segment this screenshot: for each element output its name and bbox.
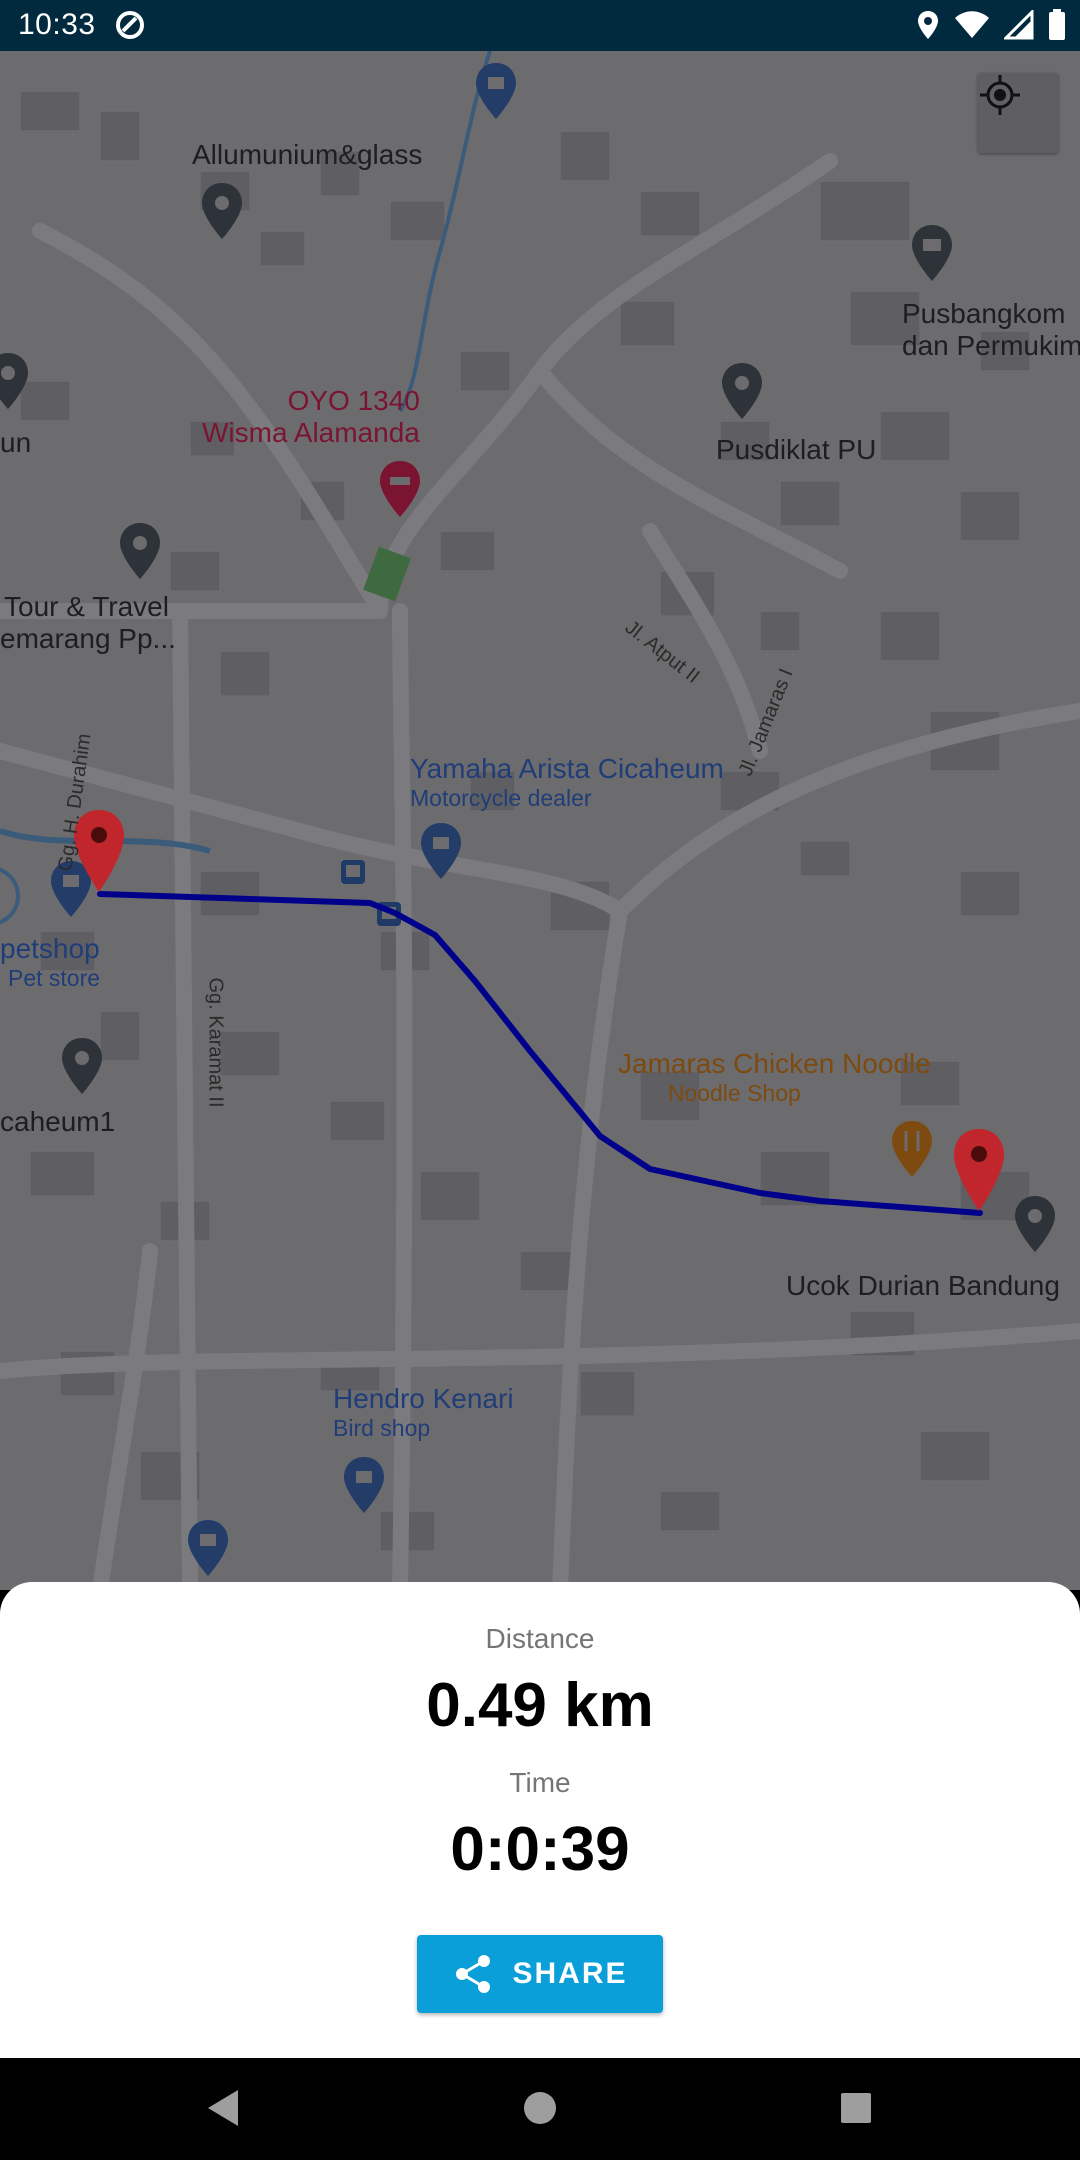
map-label-pusbangkom[interactable]: Pusbangkom dan Permukim <box>902 298 1080 362</box>
recents-icon[interactable] <box>836 2086 876 2130</box>
map-label-karamat: Gg. Karamat II <box>204 977 227 1108</box>
map-label-caheum[interactable]: caheum1 <box>0 1106 115 1138</box>
battery-icon <box>1048 9 1066 46</box>
trip-summary-sheet: Distance 0.49 km Time 0:0:39 SHARE <box>0 1582 1080 2058</box>
time-value: 0:0:39 <box>450 1815 630 1884</box>
status-icons <box>916 8 1066 46</box>
map-label-yamaha-name: Yamaha Arista Cicaheum <box>410 753 724 784</box>
map-label-jamaras-chicken-name: Jamaras Chicken Noodle <box>618 1048 931 1079</box>
map-label-tour-line1: Tour & Travel <box>4 591 169 622</box>
map-label-allumunium[interactable]: Allumunium&glass <box>192 139 422 171</box>
status-bar: 10:33 <box>0 0 1080 51</box>
map-label-yamaha[interactable]: Yamaha Arista Cicaheum Motorcycle dealer <box>410 753 724 812</box>
back-icon[interactable] <box>204 2086 244 2130</box>
share-label: SHARE <box>512 1957 628 1990</box>
home-icon[interactable] <box>520 2086 560 2130</box>
wifi-icon <box>954 10 990 45</box>
map-label-ucok[interactable]: Ucok Durian Bandung <box>786 1270 1060 1302</box>
share-icon <box>456 1955 491 1993</box>
map-label-oyo-line2: Wisma Alamanda <box>202 417 420 449</box>
navigation-bar <box>0 2058 1080 2160</box>
map-label-pusdiklat[interactable]: Pusdiklat PU <box>716 434 876 466</box>
map-label-pusbangkom-line1: Pusbangkom <box>902 298 1066 329</box>
share-button[interactable]: SHARE <box>417 1935 663 2013</box>
map-label-tour[interactable]: Tour & Travel emarang Pp... <box>0 591 176 655</box>
map-label-oyo[interactable]: OYO 1340 Wisma Alamanda <box>202 385 420 449</box>
map-label-petshop[interactable]: petshop Pet store <box>0 933 100 992</box>
map-label-oyo-line1: OYO 1340 <box>287 385 420 416</box>
status-time: 10:33 <box>18 8 96 41</box>
map-label-tour-line2: emarang Pp... <box>0 623 176 655</box>
location-icon <box>916 9 940 46</box>
route-line <box>97 891 983 1216</box>
map-label-petshop-name: petshop <box>0 933 100 964</box>
map-label-hendro-name: Hendro Kenari <box>333 1383 514 1414</box>
map-label-pusbangkom-line2: dan Permukim <box>902 330 1080 362</box>
distance-value: 0.49 km <box>426 1671 654 1740</box>
distance-label: Distance <box>485 1623 595 1654</box>
map-location-circle <box>0 867 20 925</box>
signal-icon <box>1002 8 1034 45</box>
map-label-yamaha-type: Motorcycle dealer <box>410 785 592 812</box>
map-view[interactable]: Allumunium&glass Pusbangkom dan Permukim… <box>0 51 1080 1590</box>
map-label-hendro[interactable]: Hendro Kenari Bird shop <box>333 1383 514 1442</box>
end-marker-icon[interactable] <box>952 1127 1006 1213</box>
map-label-jamaras-chicken-type: Noodle Shop <box>667 1080 801 1107</box>
time-label: Time <box>509 1767 571 1798</box>
map-label-hendro-type: Bird shop <box>333 1415 431 1442</box>
do-not-disturb-icon <box>114 9 146 46</box>
map-label-jamaras-chicken[interactable]: Jamaras Chicken Noodle Noodle Shop <box>618 1048 931 1107</box>
map-label-un[interactable]: un <box>0 427 31 459</box>
map-label-petshop-type: Pet store <box>8 965 101 992</box>
